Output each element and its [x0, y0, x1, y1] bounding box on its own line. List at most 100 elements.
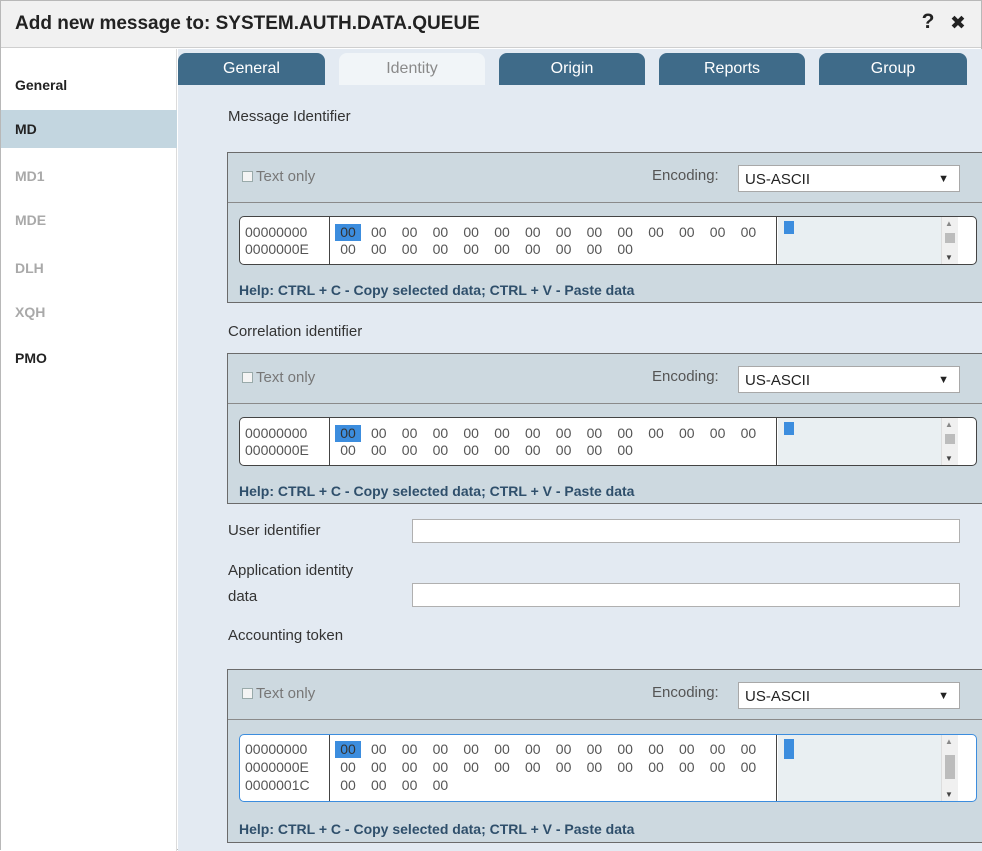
hex-byte[interactable]: 00 [612, 759, 638, 776]
scroll-down-icon[interactable]: ▼ [945, 790, 953, 799]
hex-byte[interactable]: 00 [458, 241, 484, 258]
hex-byte[interactable]: 00 [735, 759, 761, 776]
hex-byte[interactable]: 00 [581, 442, 607, 459]
hex-byte[interactable]: 00 [366, 759, 392, 776]
hex-byte[interactable]: 00 [458, 759, 484, 776]
sidebar-item-general[interactable]: General [1, 66, 177, 104]
hex-byte[interactable]: 00 [581, 224, 607, 241]
hex-byte[interactable]: 00 [366, 425, 392, 442]
message-identifier-encoding-select[interactable]: US-ASCII ▼ [738, 165, 960, 192]
hex-byte[interactable]: 00 [458, 442, 484, 459]
hex-byte[interactable]: 00 [643, 741, 669, 758]
hex-bytes-area[interactable]: 00 00 00 00 00 00 00 00 00 00 00 00 00 00 00 00 00 00 00 00… [331, 217, 777, 264]
hex-byte[interactable]: 00 [612, 741, 638, 758]
hex-byte[interactable]: 00 [427, 241, 453, 258]
hex-byte[interactable]: 00 [674, 224, 700, 241]
hex-byte[interactable]: 00 [551, 425, 577, 442]
tab-reports[interactable]: Reports [659, 53, 805, 85]
user-identifier-input[interactable] [412, 519, 960, 543]
hex-byte[interactable]: 00 [489, 442, 515, 459]
hex-byte[interactable]: 00 [551, 241, 577, 258]
hex-byte[interactable]: 00 [643, 759, 669, 776]
hex-byte[interactable]: 00 [705, 224, 731, 241]
hex-byte[interactable]: 00 [612, 224, 638, 241]
hex-byte[interactable]: 00 [489, 241, 515, 258]
hex-byte[interactable]: 00 [612, 425, 638, 442]
hex-byte[interactable]: 00 [366, 241, 392, 258]
tab-group[interactable]: Group [819, 53, 967, 85]
hex-byte[interactable]: 00 [520, 741, 546, 758]
hex-bytes-area[interactable]: 00 00 00 00 00 00 00 00 00 00 00 00 00 00 00 00 00 00 00 00… [331, 418, 777, 465]
hex-byte[interactable]: 00 [397, 241, 423, 258]
hex-byte[interactable]: 00 [397, 741, 423, 758]
hex-byte[interactable]: 00 [705, 741, 731, 758]
scroll-up-icon[interactable]: ▲ [945, 420, 953, 429]
hex-byte[interactable]: 00 [427, 777, 453, 794]
scroll-down-icon[interactable]: ▼ [945, 253, 953, 262]
tab-origin[interactable]: Origin [499, 53, 645, 85]
hex-byte[interactable]: 00 [397, 759, 423, 776]
hex-byte[interactable]: 00 [335, 759, 361, 776]
hex-byte[interactable]: 00 [520, 759, 546, 776]
message-identifier-text-only-checkbox[interactable]: Text only [242, 168, 315, 185]
hex-byte[interactable]: 00 [335, 241, 361, 258]
accounting-token-text-only-checkbox[interactable]: Text only [242, 685, 315, 702]
hex-scrollbar[interactable]: ▲ ▼ [941, 217, 958, 264]
tab-identity[interactable]: Identity [339, 53, 485, 85]
correlation-identifier-encoding-select[interactable]: US-ASCII ▼ [738, 366, 960, 393]
application-identity-data-input[interactable] [412, 583, 960, 607]
hex-byte[interactable]: 00 [520, 442, 546, 459]
hex-byte[interactable]: 00 [735, 224, 761, 241]
hex-ascii-area[interactable]: ▲ ▼ [778, 418, 958, 465]
hex-scrollbar[interactable]: ▲ ▼ [941, 735, 958, 801]
hex-byte[interactable]: 00 [458, 425, 484, 442]
hex-byte[interactable]: 00 [674, 741, 700, 758]
hex-byte[interactable]: 00 [612, 442, 638, 459]
scroll-thumb[interactable] [945, 434, 955, 444]
hex-byte[interactable]: 00 [705, 759, 731, 776]
accounting-token-encoding-select[interactable]: US-ASCII ▼ [738, 682, 960, 709]
hex-byte[interactable]: 00 [489, 224, 515, 241]
message-identifier-hex-editor[interactable]: 00000000 0000000E 00 00 00 00 00 00 00 00 00 00 00… [239, 216, 977, 265]
hex-byte[interactable]: 00 [581, 241, 607, 258]
hex-byte[interactable]: 00 [366, 741, 392, 758]
hex-byte[interactable]: 00 [520, 425, 546, 442]
hex-byte[interactable]: 00 [520, 224, 546, 241]
scroll-up-icon[interactable]: ▲ [945, 737, 953, 746]
hex-byte[interactable]: 00 [397, 425, 423, 442]
hex-byte[interactable]: 00 [427, 442, 453, 459]
correlation-identifier-hex-editor[interactable]: 00000000 0000000E 00 00 00 00 00 00 00 00 00 00 00… [239, 417, 977, 466]
hex-byte[interactable]: 00 [397, 777, 423, 794]
tab-general[interactable]: General [178, 53, 325, 85]
hex-byte[interactable]: 00 [366, 777, 392, 794]
close-button[interactable]: ✖ [947, 12, 969, 36]
hex-ascii-area[interactable]: ▲ ▼ [778, 217, 958, 264]
hex-byte[interactable]: 00 [489, 759, 515, 776]
hex-byte[interactable]: 00 [489, 741, 515, 758]
sidebar-item-mde[interactable]: MDE [1, 201, 177, 239]
hex-ascii-area[interactable]: ▲ ▼ [778, 735, 958, 801]
hex-byte[interactable]: 00 [489, 425, 515, 442]
hex-byte[interactable]: 00 [366, 442, 392, 459]
hex-byte[interactable]: 00 [551, 741, 577, 758]
hex-byte[interactable]: 00 [581, 741, 607, 758]
hex-byte[interactable]: 00 [551, 224, 577, 241]
hex-byte[interactable]: 00 [581, 759, 607, 776]
hex-byte[interactable]: 00 [581, 425, 607, 442]
hex-byte[interactable]: 00 [705, 425, 731, 442]
scroll-down-icon[interactable]: ▼ [945, 454, 953, 463]
hex-byte[interactable]: 00 [458, 741, 484, 758]
sidebar-item-md1[interactable]: MD1 [1, 157, 177, 195]
scroll-thumb[interactable] [945, 233, 955, 243]
hex-byte[interactable]: 00 [427, 425, 453, 442]
hex-byte[interactable]: 00 [397, 442, 423, 459]
hex-byte[interactable]: 00 [674, 425, 700, 442]
hex-byte[interactable]: 00 [427, 224, 453, 241]
sidebar-item-xqh[interactable]: XQH [1, 293, 177, 331]
scroll-thumb[interactable] [945, 755, 955, 779]
hex-byte[interactable]: 00 [643, 224, 669, 241]
hex-byte[interactable]: 00 [520, 241, 546, 258]
hex-byte[interactable]: 00 [674, 759, 700, 776]
hex-byte[interactable]: 00 [643, 425, 669, 442]
hex-byte[interactable]: 00 [397, 224, 423, 241]
